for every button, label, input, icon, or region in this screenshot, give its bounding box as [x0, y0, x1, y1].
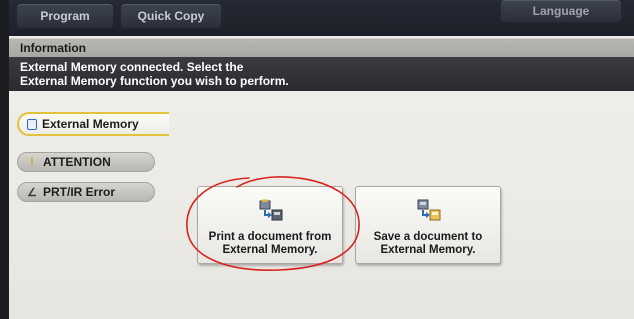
sidebar-item-label: PRT/IR Error	[43, 185, 116, 199]
sidebar-item-label: ATTENTION	[43, 155, 111, 169]
information-header: Information	[9, 38, 634, 57]
information-title: Information	[20, 41, 86, 55]
save-to-external-memory-button[interactable]: Save a document to External Memory.	[355, 186, 501, 264]
sidebar-item-attention[interactable]: ! ATTENTION	[17, 152, 155, 172]
tab-program[interactable]: Program	[17, 4, 113, 28]
sidebar-item-label: External Memory	[42, 117, 139, 131]
message-line-1: External Memory connected. Select the	[20, 60, 244, 74]
message-bar: External Memory connected. Select the Ex…	[9, 57, 634, 91]
warning-icon: !	[30, 156, 34, 168]
tab-quick-copy[interactable]: Quick Copy	[121, 4, 221, 28]
sidebar-item-prt-ir-error[interactable]: ∠ PRT/IR Error	[17, 182, 155, 202]
control-panel-screen: Program Quick Copy Language Information …	[9, 0, 634, 319]
print-from-memory-icon	[259, 199, 283, 221]
save-button-label: Save a document to External Memory.	[373, 231, 483, 256]
top-tab-bar: Program Quick Copy Language	[9, 0, 634, 36]
print-from-external-memory-button[interactable]: Print a document from External Memory.	[197, 186, 343, 264]
printer-error-icon: ∠	[27, 186, 37, 199]
print-button-label: Print a document from External Memory.	[208, 231, 332, 256]
sidebar-item-external-memory[interactable]: External Memory	[17, 112, 169, 136]
screen-bezel	[0, 0, 9, 319]
save-to-memory-icon	[417, 199, 441, 221]
message-line-2: External Memory function you wish to per…	[20, 74, 289, 88]
tab-language[interactable]: Language	[501, 0, 621, 22]
external-memory-icon	[27, 118, 37, 130]
